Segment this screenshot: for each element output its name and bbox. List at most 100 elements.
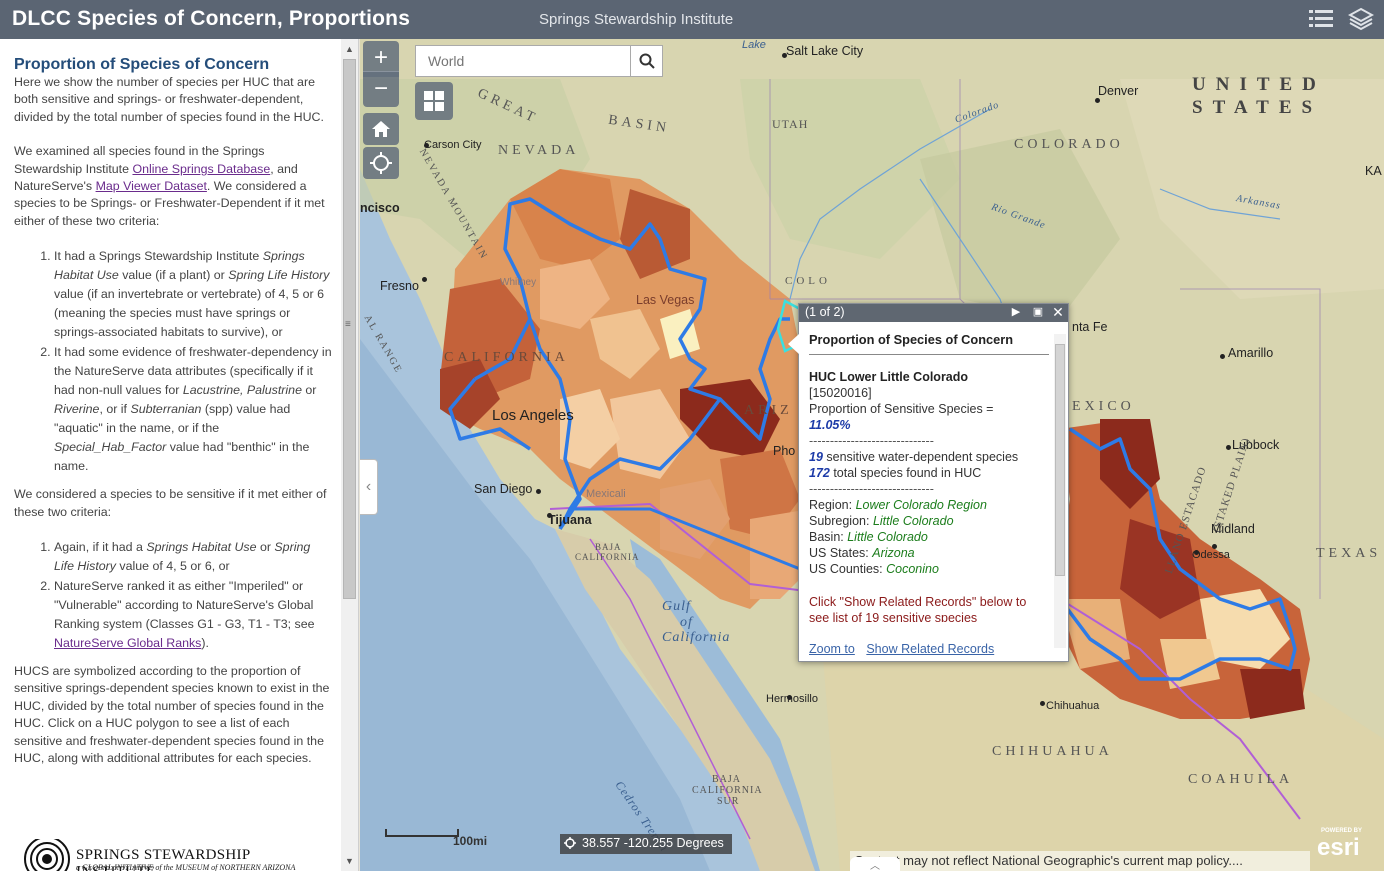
counties-row: US Counties: Coconino	[809, 561, 1049, 577]
intro-paragraph: Here we show the number of species per H…	[14, 75, 324, 124]
app-header: DLCC Species of Concern, Proportions Spr…	[0, 0, 1384, 39]
map-label: UNITED	[1192, 74, 1326, 95]
panel-heading: Proportion of Species of Concern	[14, 56, 270, 73]
popup-scrollbar[interactable]	[1054, 334, 1066, 648]
symbology-paragraph: HUCS are symbolized according to the pro…	[14, 664, 330, 766]
popup-body: Proportion of Species of Concern HUC Low…	[809, 332, 1049, 622]
popup-header: (1 of 2) ▶ ▣ ✕	[799, 304, 1068, 322]
city-marker	[1226, 445, 1231, 450]
text: Riverine	[54, 402, 100, 417]
maximize-icon[interactable]: ▣	[1031, 305, 1045, 319]
list-item: Again, if it had a Springs Habitat Use o…	[54, 538, 332, 576]
natureserve-global-ranks-link[interactable]: NatureServe Global Ranks	[54, 636, 201, 650]
splitter-grip-icon[interactable]: ≡	[345, 319, 351, 330]
scroll-down-arrow-icon[interactable]: ▼	[341, 853, 358, 869]
text: total species found in HUC	[829, 466, 982, 480]
search-button[interactable]	[630, 45, 663, 77]
text: or	[301, 383, 317, 398]
text: US Counties:	[809, 562, 887, 576]
map-label: CALIFORNIA	[444, 350, 569, 365]
search-input[interactable]	[415, 45, 631, 77]
sensitivity-criteria-list: Again, if it had a Springs Habitat Use o…	[54, 538, 332, 653]
proportion-value: 11.05%	[809, 418, 851, 432]
city-marker	[422, 277, 427, 282]
map-label: STATES	[1192, 97, 1323, 118]
close-icon[interactable]: ✕	[1051, 305, 1065, 319]
description-panel: Proportion of Species of Concern Here we…	[0, 39, 359, 871]
text: Coconino	[886, 562, 939, 576]
subregion-row: Subregion: Little Colorado	[809, 513, 1049, 529]
map-label: Hermosillo	[766, 693, 818, 705]
basemap-gallery-button[interactable]	[415, 82, 453, 120]
map-label: Lake	[742, 39, 766, 51]
legend-list-button[interactable]	[1305, 4, 1337, 34]
map-label: Los Angeles	[492, 407, 574, 424]
popup-pointer	[788, 334, 799, 354]
map-label: Pho	[773, 444, 796, 458]
text: Little Colorado	[872, 514, 954, 528]
collapse-panel-button[interactable]: ‹	[360, 459, 378, 515]
states-row: US States: Arizona	[809, 545, 1049, 561]
text: Spring Life History	[228, 268, 330, 283]
text: 19	[809, 450, 823, 464]
map-label: ncisco	[360, 201, 400, 215]
map-label: KA	[1365, 164, 1382, 178]
sensitive-count: 19 sensitive water-dependent species	[809, 449, 1049, 465]
map-label: Chihuahua	[1046, 700, 1100, 712]
text: Region:	[809, 498, 856, 512]
text: value (if an invertebrate or vertebrate)…	[54, 287, 324, 340]
text: It had a Springs Stewardship Institute	[54, 249, 263, 264]
list-item: It had a Springs Stewardship Institute S…	[54, 247, 332, 342]
map-viewer-dataset-link[interactable]: Map Viewer Dataset	[96, 179, 207, 193]
online-springs-database-link[interactable]: Online Springs Database	[132, 162, 270, 176]
panel-content: Proportion of Species of Concern Here we…	[14, 55, 332, 785]
esri-logo-text: esri	[1317, 834, 1360, 861]
home-icon	[372, 121, 390, 137]
locate-icon	[370, 152, 392, 174]
map-label: Las Vegas	[636, 293, 695, 307]
text: Subregion:	[809, 514, 873, 528]
total-count: 172 total species found in HUC	[809, 465, 1049, 481]
zoom-to-link[interactable]: Zoom to	[809, 642, 855, 656]
map-label: SUR	[717, 796, 740, 807]
text: Again, if it had a	[54, 540, 147, 555]
zoom-out-button[interactable]: −	[363, 71, 399, 107]
huc-name: HUC Lower Little Colorado	[809, 369, 1049, 385]
method-paragraph: We examined all species found in the Spr…	[14, 143, 332, 230]
text: Special_Hab_Factor	[54, 440, 167, 455]
text: value of 4, 5 or 6, or	[115, 559, 230, 574]
map-view[interactable]: Lake Salt Lake City Denver UNITED STATES…	[360, 39, 1384, 871]
map-label: ARIZ	[744, 403, 793, 418]
basin-row: Basin: Little Colorado	[809, 529, 1049, 545]
map-label: Fresno	[380, 279, 419, 293]
map-label: Carson City	[424, 139, 482, 151]
text: , or if	[99, 402, 131, 417]
map-label: Gulf	[662, 599, 691, 614]
popup-scrollbar-thumb[interactable]	[1055, 344, 1065, 576]
coordinate-text: 38.557 -120.255 Degrees	[582, 836, 724, 850]
next-feature-icon[interactable]: ▶	[1009, 305, 1023, 319]
separator: ------------------------------	[809, 482, 934, 496]
popup-actions: Zoom to Show Related Records	[809, 642, 1002, 656]
logo-subtext: a GLOBAL INITIATIVE of the MUSEUM of NOR…	[76, 863, 296, 871]
map-label: Whitney	[500, 277, 537, 288]
layers-button[interactable]	[1345, 4, 1377, 34]
scroll-up-arrow-icon[interactable]: ▲	[341, 41, 358, 57]
text: Arizona	[872, 546, 915, 560]
map-label: Tijuana	[548, 513, 592, 527]
map-label: Denver	[1098, 84, 1139, 98]
scale-label: 100mi	[453, 834, 488, 848]
show-related-records-link[interactable]: Show Related Records	[866, 642, 994, 656]
region-row: Region: Lower Colorado Region	[809, 497, 1049, 513]
locate-button[interactable]	[363, 147, 399, 179]
app-title: DLCC Species of Concern, Proportions	[12, 7, 411, 30]
chevron-up-icon[interactable]: ︿	[850, 857, 900, 871]
text: ).	[201, 636, 209, 651]
home-button[interactable]	[363, 113, 399, 145]
dependency-criteria-list: It had a Springs Stewardship Institute S…	[54, 247, 332, 476]
app-subtitle: Springs Stewardship Institute	[539, 11, 734, 28]
text: or	[256, 540, 275, 555]
city-marker	[1040, 701, 1045, 706]
map-attribution[interactable]: Content may not reflect National Geograp…	[850, 851, 1310, 871]
popup-counter: (1 of 2)	[805, 305, 845, 319]
